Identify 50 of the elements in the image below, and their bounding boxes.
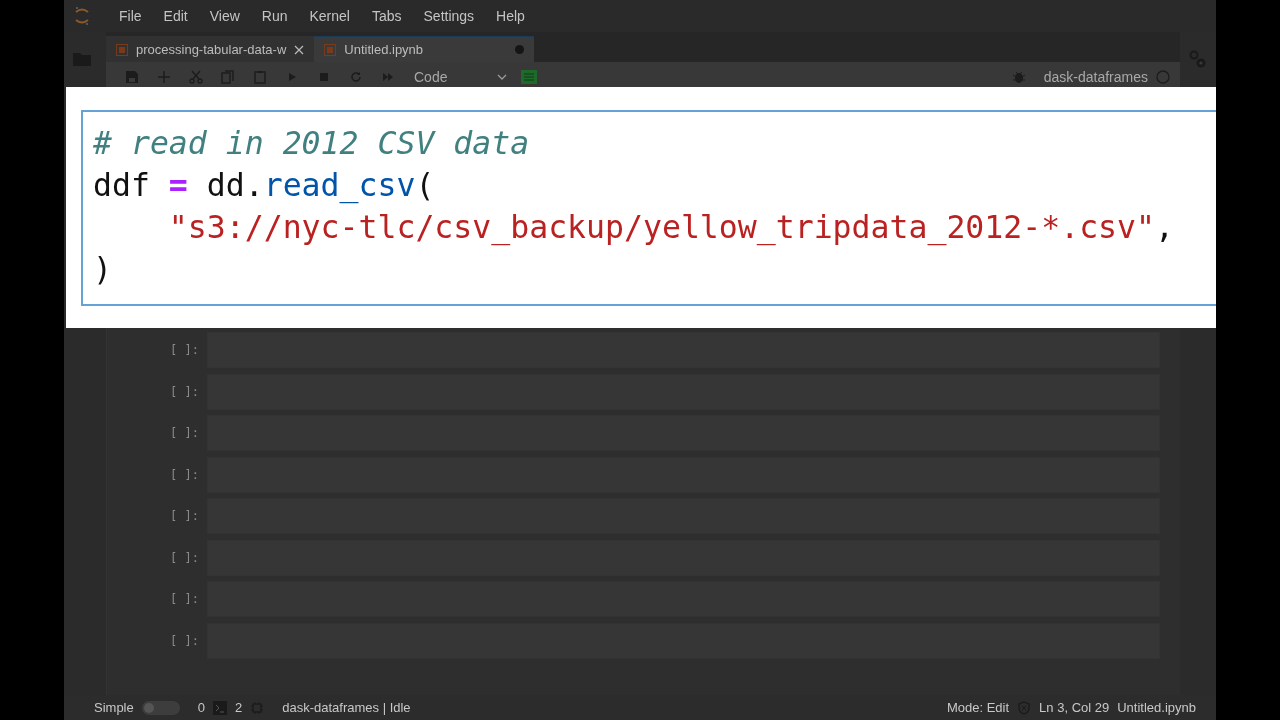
menu-item[interactable]: Run [250,8,299,24]
code-line: ddf = dd.read_csv( [93,166,436,206]
menu-item[interactable]: Edit [152,8,199,24]
bug-icon[interactable] [1011,70,1026,84]
notebook-icon [324,43,337,56]
fast-forward-icon[interactable] [381,70,395,84]
cursor-position[interactable]: Ln 3, Col 29 [1039,700,1110,715]
mode-label: Simple [94,700,134,715]
menu-item[interactable]: Tabs [360,8,413,24]
paste-icon[interactable] [253,70,267,84]
tab[interactable]: Untitled.ipynb [314,36,535,62]
copy-icon[interactable] [221,70,235,84]
cell-prompt: [ ]: [169,343,200,358]
tab[interactable]: processing-tabular-data-w [106,36,315,62]
kernel-status[interactable]: dask-dataframes | Idle [282,700,411,715]
menu-item[interactable]: View [198,8,251,24]
restart-icon[interactable] [349,70,363,84]
cut-icon[interactable] [189,70,203,84]
terminal-count[interactable]: 0 [197,700,205,715]
stop-icon[interactable] [317,70,331,84]
kernel-count[interactable]: 2 [235,700,243,715]
cell-prompt: [ ]: [169,467,200,482]
settings-icon[interactable] [1188,50,1208,70]
code-line: # read in 2012 CSV data [93,124,531,163]
property-inspector-icon[interactable] [521,70,538,84]
cell-prompt: [ ]: [169,633,200,648]
file-name: Untitled.ipynb [1117,700,1196,715]
plus-icon[interactable] [157,70,171,84]
cell-type-dropdown[interactable]: Code [414,69,508,85]
simple-mode-toggle[interactable] [141,700,180,715]
caret-icon [497,74,508,80]
notebook-icon [116,43,128,56]
menu-item[interactable]: Kernel [298,8,361,24]
kernel-name[interactable]: dask-dataframes [1043,69,1148,85]
cell-prompt: [ ]: [169,384,200,399]
cell-prompt: [ ]: [169,509,200,524]
menu-item[interactable]: Help [485,8,536,24]
logo-icon [74,6,90,26]
close-icon[interactable] [294,44,305,55]
code-line: "s3://nyc-tlc/csv_backup/yellow_tripdata_2012-*.csv", [167,208,1175,248]
menu-item[interactable]: Settings [412,8,486,24]
terminal-icon [213,700,227,715]
code-line: ) [93,250,113,289]
code-editor[interactable]: # read in 2012 CSV data ddf = dd.read_csv( "s3://nyc-tlc/csv_backup/yellow_tripdata_2012-*.csv", ) [81,110,1216,306]
cell-prompt: [ ]: [169,592,200,607]
cell-prompt: [ ]: [169,550,200,565]
editor-mode: Mode: Edit [946,700,1010,715]
cell-prompt: [ ]: [169,426,200,441]
menu-item[interactable]: File [108,8,153,24]
save-icon[interactable] [125,70,139,84]
